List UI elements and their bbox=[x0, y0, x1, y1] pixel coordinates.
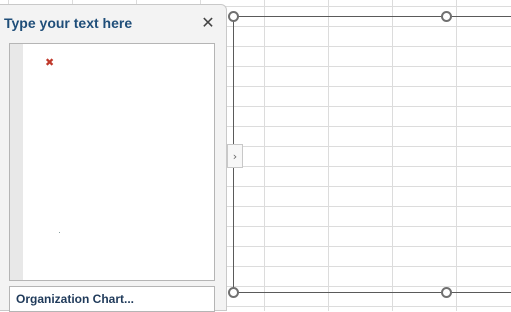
text-area-gutter bbox=[10, 44, 23, 280]
organization-chart-link[interactable]: Organization Chart... bbox=[9, 286, 215, 312]
smartart-frame[interactable] bbox=[233, 16, 511, 293]
smartart-text-pane: Type your text here ✕ ✖ Organization Cha… bbox=[0, 4, 227, 312]
chevron-right-icon[interactable]: › bbox=[227, 144, 243, 168]
bullet-marker-icon: ✖ bbox=[45, 56, 55, 69]
resize-handle-top-middle[interactable] bbox=[441, 11, 452, 22]
text-input-area[interactable]: ✖ bbox=[9, 43, 215, 281]
resize-handle-bottom-middle[interactable] bbox=[441, 287, 452, 298]
close-icon[interactable]: ✕ bbox=[199, 13, 217, 32]
resize-handle-bottom-left[interactable] bbox=[228, 287, 239, 298]
resize-handle-top-left[interactable] bbox=[228, 11, 239, 22]
stray-dot bbox=[59, 232, 60, 233]
text-pane-title: Type your text here bbox=[4, 15, 133, 31]
